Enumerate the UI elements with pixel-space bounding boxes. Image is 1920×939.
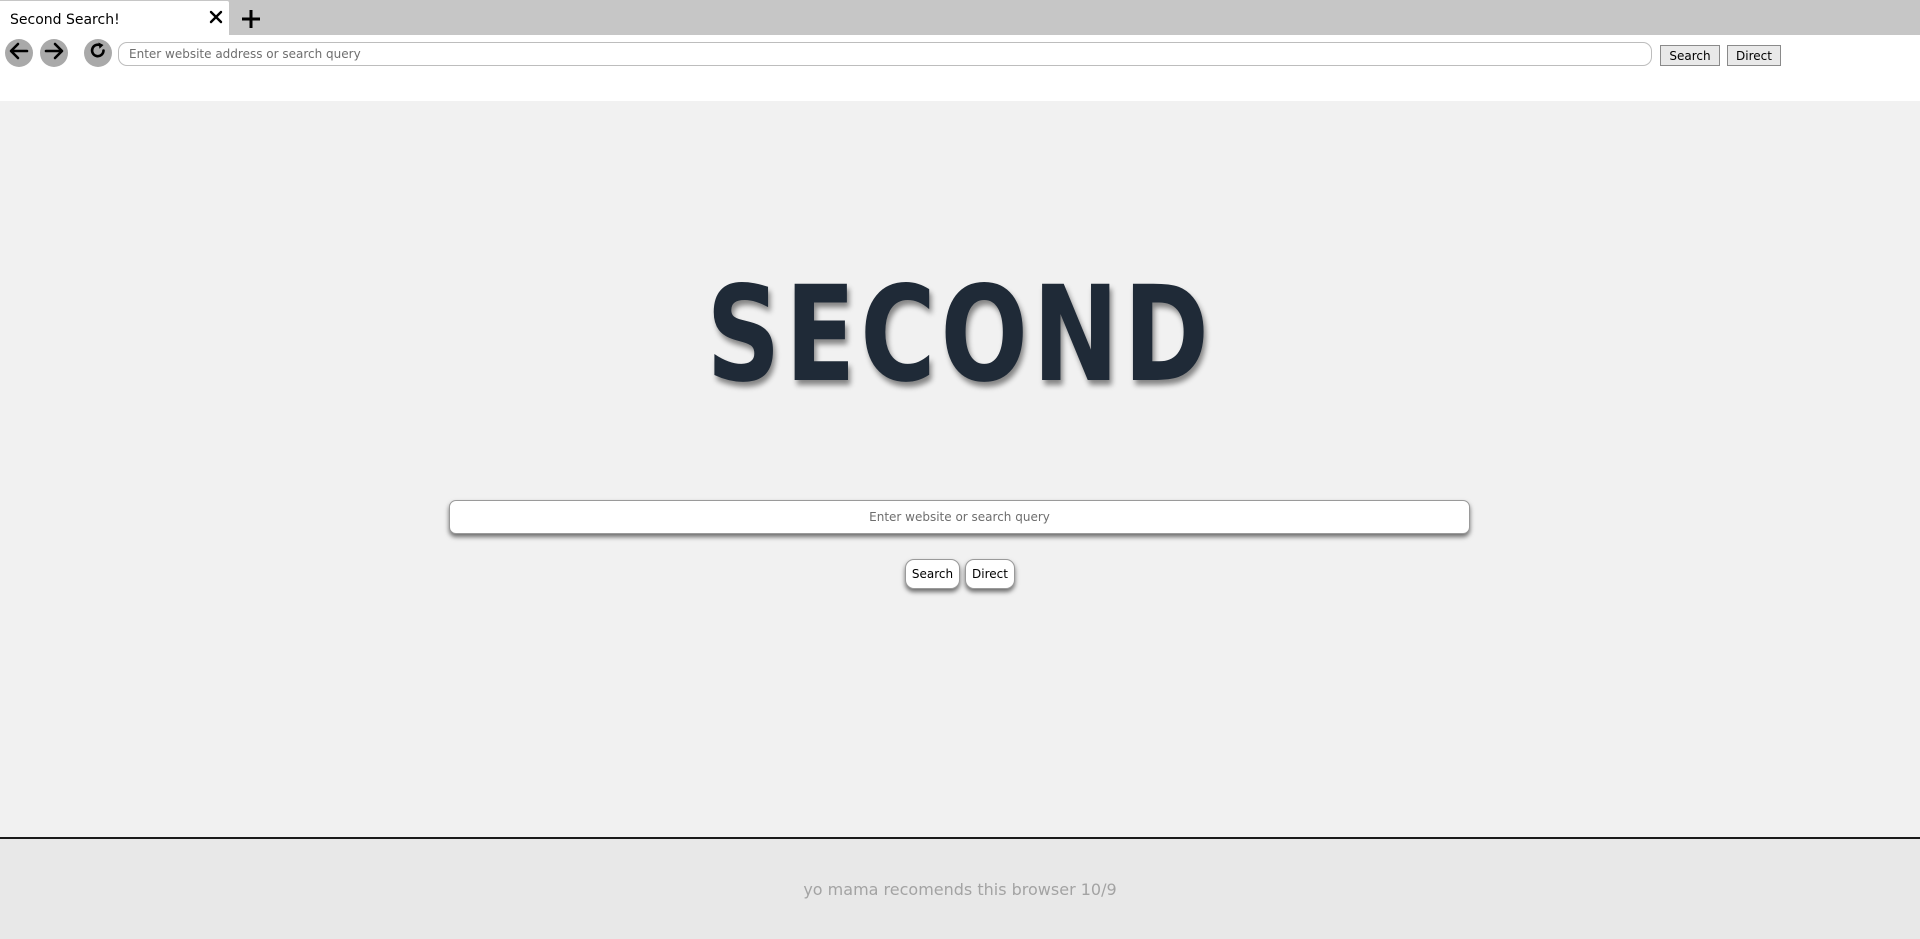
footer: yo mama recomends this browser 10/9 <box>0 837 1920 939</box>
tab-bar: Second Search! <box>0 0 1920 35</box>
toolbar-search-button[interactable]: Search <box>1660 45 1720 66</box>
tab-title: Second Search! <box>10 12 120 28</box>
main-content: SECOND Search Direct <box>0 101 1920 837</box>
reload-button[interactable] <box>84 39 112 67</box>
toolbar-direct-button[interactable]: Direct <box>1727 45 1781 66</box>
search-button[interactable]: Search <box>905 559 960 589</box>
close-icon[interactable] <box>208 9 224 25</box>
forward-button[interactable] <box>40 39 68 67</box>
browser-toolbar: Search Direct <box>0 35 1920 101</box>
arrow-right-icon <box>43 40 65 66</box>
address-bar-input[interactable] <box>118 42 1652 66</box>
direct-button[interactable]: Direct <box>965 559 1015 589</box>
reload-icon <box>88 41 108 65</box>
footer-text: yo mama recomends this browser 10/9 <box>803 880 1117 899</box>
plus-icon[interactable] <box>240 8 262 30</box>
arrow-left-icon <box>8 40 30 66</box>
logo: SECOND <box>706 258 1214 412</box>
search-input[interactable] <box>449 500 1470 534</box>
tab-active[interactable]: Second Search! <box>0 1 229 35</box>
back-button[interactable] <box>5 39 33 67</box>
